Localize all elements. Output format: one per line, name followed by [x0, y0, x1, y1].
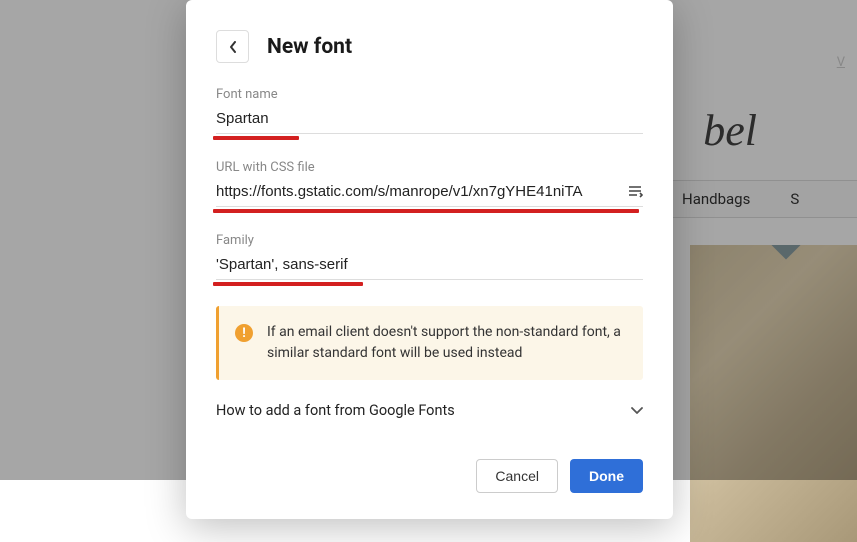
- cancel-button[interactable]: Cancel: [476, 459, 558, 493]
- font-name-input[interactable]: [216, 108, 643, 129]
- done-button[interactable]: Done: [570, 459, 643, 493]
- url-label: URL with CSS file: [216, 160, 643, 175]
- font-name-label: Font name: [216, 87, 643, 102]
- new-font-modal: New font Font name URL with CSS file Fam…: [186, 0, 673, 519]
- annotation-underline: [213, 209, 639, 213]
- annotation-underline: [213, 282, 363, 286]
- expander-label: How to add a font from Google Fonts: [216, 402, 455, 419]
- annotation-underline: [213, 136, 299, 140]
- warning-text: If an email client doesn't support the n…: [267, 322, 627, 364]
- chevron-down-icon: [631, 402, 643, 419]
- modal-title: New font: [267, 35, 352, 59]
- url-input[interactable]: [216, 181, 643, 202]
- back-button[interactable]: [216, 30, 249, 63]
- family-label: Family: [216, 233, 643, 248]
- chevron-left-icon: [229, 41, 237, 53]
- family-input[interactable]: [216, 254, 643, 275]
- how-to-expander[interactable]: How to add a font from Google Fonts: [216, 402, 643, 419]
- text-input-icon: [627, 183, 643, 202]
- warning-icon: !: [235, 324, 253, 342]
- warning-notice: ! If an email client doesn't support the…: [216, 306, 643, 380]
